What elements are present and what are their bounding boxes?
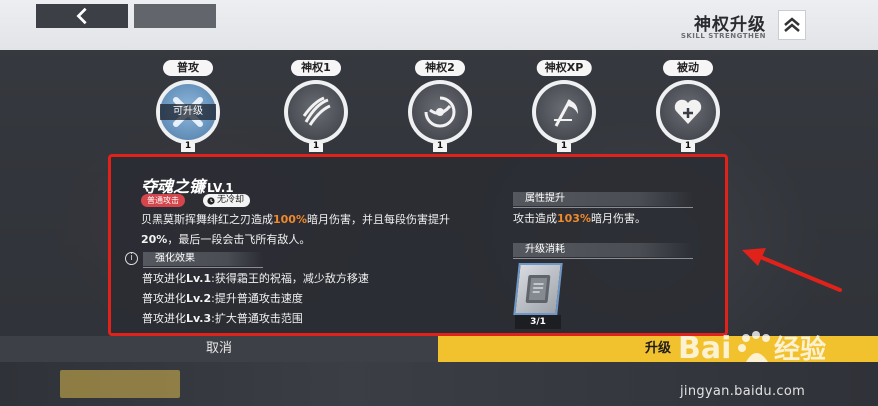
claw-slash-icon [288,84,344,140]
enhance-item: 普攻进化Lv.1:获得霜王的祝福，减少敌方移速 [142,269,369,289]
back-button[interactable] [36,4,128,28]
attribute-boost-header: 属性提升 [513,192,693,208]
upgradable-badge: 可升级 [160,104,216,120]
info-icon[interactable]: i [125,252,138,265]
desc-highlight: 100% [273,213,307,226]
annotation-arrow [742,248,842,292]
skill-icon-ring [532,80,596,144]
book-icon [513,263,563,315]
background-chip [60,370,180,398]
skill-level: LV.1 [207,181,234,195]
enhance-text: :获得霜王的祝福，减少敌方移速 [211,272,369,285]
watermark-url: jingyan.baidu.com [680,384,806,399]
home-button[interactable] [134,4,216,28]
material-count: 3/1 [515,315,561,329]
skill-tab-label: 普攻 [163,60,213,76]
skill-tab-power-2[interactable]: 神权2 1 [400,58,480,158]
chevron-left-icon [76,7,87,25]
enhance-effects-header: 强化效果 [143,252,263,268]
enhance-prefix: 普攻进化 [142,312,186,325]
enhance-text: :扩大普通攻击范围 [211,312,303,325]
skill-icon-ring [656,80,720,144]
desc-bold: 20% [141,233,168,246]
svg-text:经验: 经验 [774,334,826,365]
upgrade-material[interactable]: 3/1 [513,261,563,331]
skill-type-tag: 普通攻击 [141,194,185,207]
cooldown-tag: 无冷却 [203,194,251,207]
heart-shield-icon [660,84,716,140]
skill-tab-power-xp[interactable]: 神权XP 1 [524,58,604,158]
attr-highlight: 103% [557,212,591,225]
desc-text: 贝黑莫斯挥舞绯红之刃造成 [141,213,273,226]
desc-text: 暗月伤害，并且每段伤害提升 [306,213,450,226]
skill-tab-label: 神权2 [415,60,465,76]
upgrade-cost-header: 升级消耗 [513,243,693,259]
desc-text: ，最后一段会击飞所有敌人。 [167,233,311,246]
enhance-item: 普攻进化Lv.2:提升普通攻击速度 [142,289,369,309]
crossed-blades-icon: 可升级 [160,84,216,140]
enhance-level: Lv.2 [186,292,212,305]
skill-tab-normal-attack[interactable]: 普攻 可升级 1 [148,58,228,158]
skill-tab-power-1[interactable]: 神权1 1 [276,58,356,158]
enhance-level: Lv.3 [186,312,212,325]
scythe-icon [536,84,592,140]
enhance-level: Lv.1 [186,272,212,285]
enhance-prefix: 普攻进化 [142,272,186,285]
skill-tab-label: 被动 [663,60,713,76]
enhance-text: :提升普通攻击速度 [211,292,303,305]
spiral-slash-icon [412,84,468,140]
skill-tab-label: 神权XP [536,60,592,76]
skill-description: 贝黑莫斯挥舞绯红之刃造成100%暗月伤害，并且每段伤害提升 20%，最后一段会击飞… [141,210,481,250]
skill-tab-label: 神权1 [291,60,341,76]
attr-text: 攻击造成 [513,212,557,225]
skill-icon-ring [408,80,472,144]
enhance-effects-list: 普攻进化Lv.1:获得霜王的祝福，减少敌方移速 普攻进化Lv.2:提升普通攻击速… [142,269,369,329]
baidu-jingyan-watermark-logo: Bai 经验 [678,331,826,366]
attr-text: 暗月伤害。 [590,212,646,225]
skill-detail-panel: 夺魂之镰 LV.1 普通攻击 无冷却 贝黑莫斯挥舞绯红之刃造成100%暗月伤害，并… [108,154,728,336]
rank-chevrons-icon[interactable] [778,10,806,40]
cooldown-text: 无冷却 [217,195,245,205]
enhance-item: 普攻进化Lv.3:扩大普通攻击范围 [142,309,369,329]
page-subtitle: SKILL STRENGTHEN [680,32,766,40]
skill-tab-passive[interactable]: 被动 1 [648,58,728,158]
enhance-prefix: 普攻进化 [142,292,186,305]
cancel-button[interactable]: 取消 [0,336,438,362]
attribute-boost-text: 攻击造成103%暗月伤害。 [513,210,646,226]
skill-icon-ring [284,80,348,144]
skill-icon-ring: 可升级 [156,80,220,144]
clock-icon [207,196,215,205]
svg-text:Bai: Bai [678,331,731,366]
